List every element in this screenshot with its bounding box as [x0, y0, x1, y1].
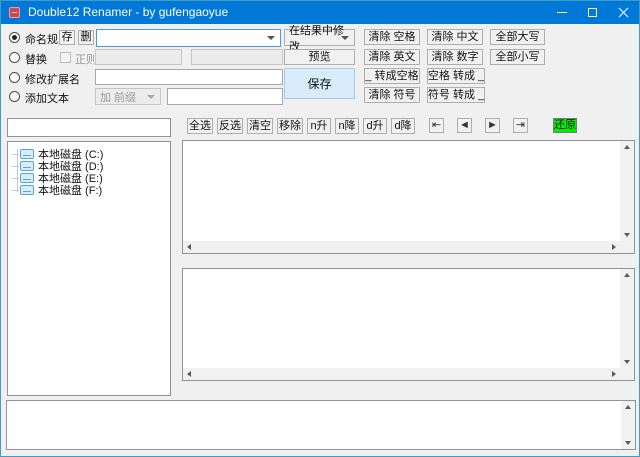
- drive-label: 本地磁盘 (F:): [38, 185, 103, 197]
- minimize-icon: [556, 12, 567, 13]
- drive-icon: [20, 161, 34, 171]
- radio-naming-rule[interactable]: [9, 32, 20, 43]
- move-to-end-icon: ⇥: [515, 119, 526, 131]
- move-right-button[interactable]: ►: [485, 118, 500, 133]
- tree-branch-line: [12, 153, 19, 155]
- app-icon[interactable]: [9, 7, 20, 18]
- scroll-left-icon[interactable]: [187, 244, 191, 250]
- original-names-list[interactable]: [182, 140, 635, 254]
- move-to-start-button[interactable]: ⇤: [429, 118, 444, 133]
- tree-branch-line: [12, 165, 19, 167]
- chevron-down-icon: [341, 35, 349, 40]
- scroll-up-icon[interactable]: [624, 273, 630, 277]
- sort-date-asc-button[interactable]: d升: [363, 118, 387, 134]
- scroll-up-icon[interactable]: [625, 405, 631, 409]
- move-left-icon: ◄: [459, 119, 470, 131]
- move-left-button[interactable]: ◄: [457, 118, 472, 133]
- maximize-icon: [588, 8, 597, 17]
- vertical-scrollbar[interactable]: [620, 269, 634, 368]
- sort-date-desc-button[interactable]: d降: [391, 118, 415, 134]
- restore-names-button[interactable]: 还原: [553, 118, 577, 133]
- scroll-down-icon[interactable]: [624, 233, 630, 237]
- naming-rule-combobox[interactable]: [96, 29, 281, 47]
- radio-replace[interactable]: [9, 52, 20, 63]
- clear-english-button[interactable]: 清除 英文: [364, 49, 420, 65]
- log-output-panel[interactable]: [6, 400, 636, 450]
- target-mode-combobox[interactable]: 在结果中修改: [284, 25, 355, 53]
- tree-item-drive-f[interactable]: 本地磁盘 (F:): [12, 184, 103, 197]
- chevron-down-icon: [147, 94, 155, 99]
- add-text-mode-combobox[interactable]: 加 前缀: [95, 88, 161, 105]
- symbol-to-underscore-button[interactable]: 符号 转成 _: [427, 87, 485, 103]
- invert-selection-button[interactable]: 反选: [217, 118, 243, 134]
- drive-tree: 本地磁盘 (C:) 本地磁盘 (D:) 本地磁盘 (E:) 本地磁盘 (F:): [7, 141, 171, 396]
- app-window: Double12 Renamer - by gufengaoyue 命名规则 存…: [0, 0, 640, 457]
- save-button[interactable]: 保存: [284, 68, 355, 99]
- replace-to-input[interactable]: [191, 49, 283, 65]
- underscore-to-space-button[interactable]: _ 转成空格: [364, 68, 420, 84]
- tree-branch-line: [12, 189, 19, 191]
- clear-spaces-button[interactable]: 清除 空格: [364, 29, 420, 45]
- add-text-mode-value: 加 前缀: [100, 91, 137, 104]
- add-text-input[interactable]: [167, 88, 283, 105]
- scroll-right-icon[interactable]: [612, 244, 616, 250]
- save-rule-button[interactable]: 存: [59, 30, 75, 45]
- clear-list-button[interactable]: 清空: [247, 118, 273, 134]
- regex-label[interactable]: 正则: [75, 51, 97, 67]
- scrollbar-corner: [620, 241, 634, 253]
- scroll-down-icon[interactable]: [624, 360, 630, 364]
- drive-icon: [20, 173, 34, 183]
- chevron-down-icon: [267, 36, 275, 40]
- horizontal-scrollbar[interactable]: [183, 368, 620, 380]
- tree-branch-line: [12, 177, 19, 179]
- path-filter-input[interactable]: [7, 118, 171, 137]
- lowercase-all-button[interactable]: 全部小写: [490, 49, 545, 65]
- horizontal-scrollbar[interactable]: [183, 241, 620, 253]
- add-text-label[interactable]: 添加文本: [25, 90, 69, 106]
- scroll-left-icon[interactable]: [187, 371, 191, 377]
- move-right-icon: ►: [487, 119, 498, 131]
- minimize-button[interactable]: [546, 1, 577, 24]
- regex-checkbox[interactable]: [60, 52, 71, 63]
- new-names-list[interactable]: [182, 268, 635, 381]
- extension-input[interactable]: [95, 69, 283, 85]
- space-to-underscore-button[interactable]: 空格 转成 _: [427, 68, 485, 84]
- modify-extension-label[interactable]: 修改扩展名: [25, 71, 80, 87]
- radio-add-text[interactable]: [9, 91, 20, 102]
- window-title: Double12 Renamer - by gufengaoyue: [28, 5, 229, 19]
- scroll-down-icon[interactable]: [625, 441, 631, 445]
- clear-chinese-button[interactable]: 清除 中文: [427, 29, 483, 45]
- delete-rule-button[interactable]: 删: [78, 30, 94, 45]
- uppercase-all-button[interactable]: 全部大写: [490, 29, 545, 45]
- drive-icon: [20, 149, 34, 159]
- replace-find-input[interactable]: [95, 49, 182, 65]
- scroll-right-icon[interactable]: [612, 371, 616, 377]
- replace-label[interactable]: 替换: [25, 51, 47, 67]
- drive-icon: [20, 185, 34, 195]
- sort-name-desc-button[interactable]: n降: [335, 118, 359, 134]
- close-icon: [618, 7, 629, 18]
- vertical-scrollbar[interactable]: [621, 401, 635, 449]
- vertical-scrollbar[interactable]: [620, 141, 634, 241]
- clear-digits-button[interactable]: 清除 数字: [427, 49, 483, 65]
- clear-symbols-button[interactable]: 清除 符号: [364, 87, 420, 103]
- maximize-button[interactable]: [577, 1, 608, 24]
- close-button[interactable]: [608, 1, 639, 24]
- move-to-end-button[interactable]: ⇥: [513, 118, 528, 133]
- move-to-start-icon: ⇤: [431, 119, 442, 131]
- remove-item-button[interactable]: 移除: [277, 118, 303, 134]
- radio-modify-extension[interactable]: [9, 72, 20, 83]
- sort-name-asc-button[interactable]: n升: [307, 118, 331, 134]
- scrollbar-corner: [620, 368, 634, 380]
- scroll-up-icon[interactable]: [624, 145, 630, 149]
- select-all-button[interactable]: 全选: [187, 118, 213, 134]
- preview-button[interactable]: 预览: [284, 49, 355, 65]
